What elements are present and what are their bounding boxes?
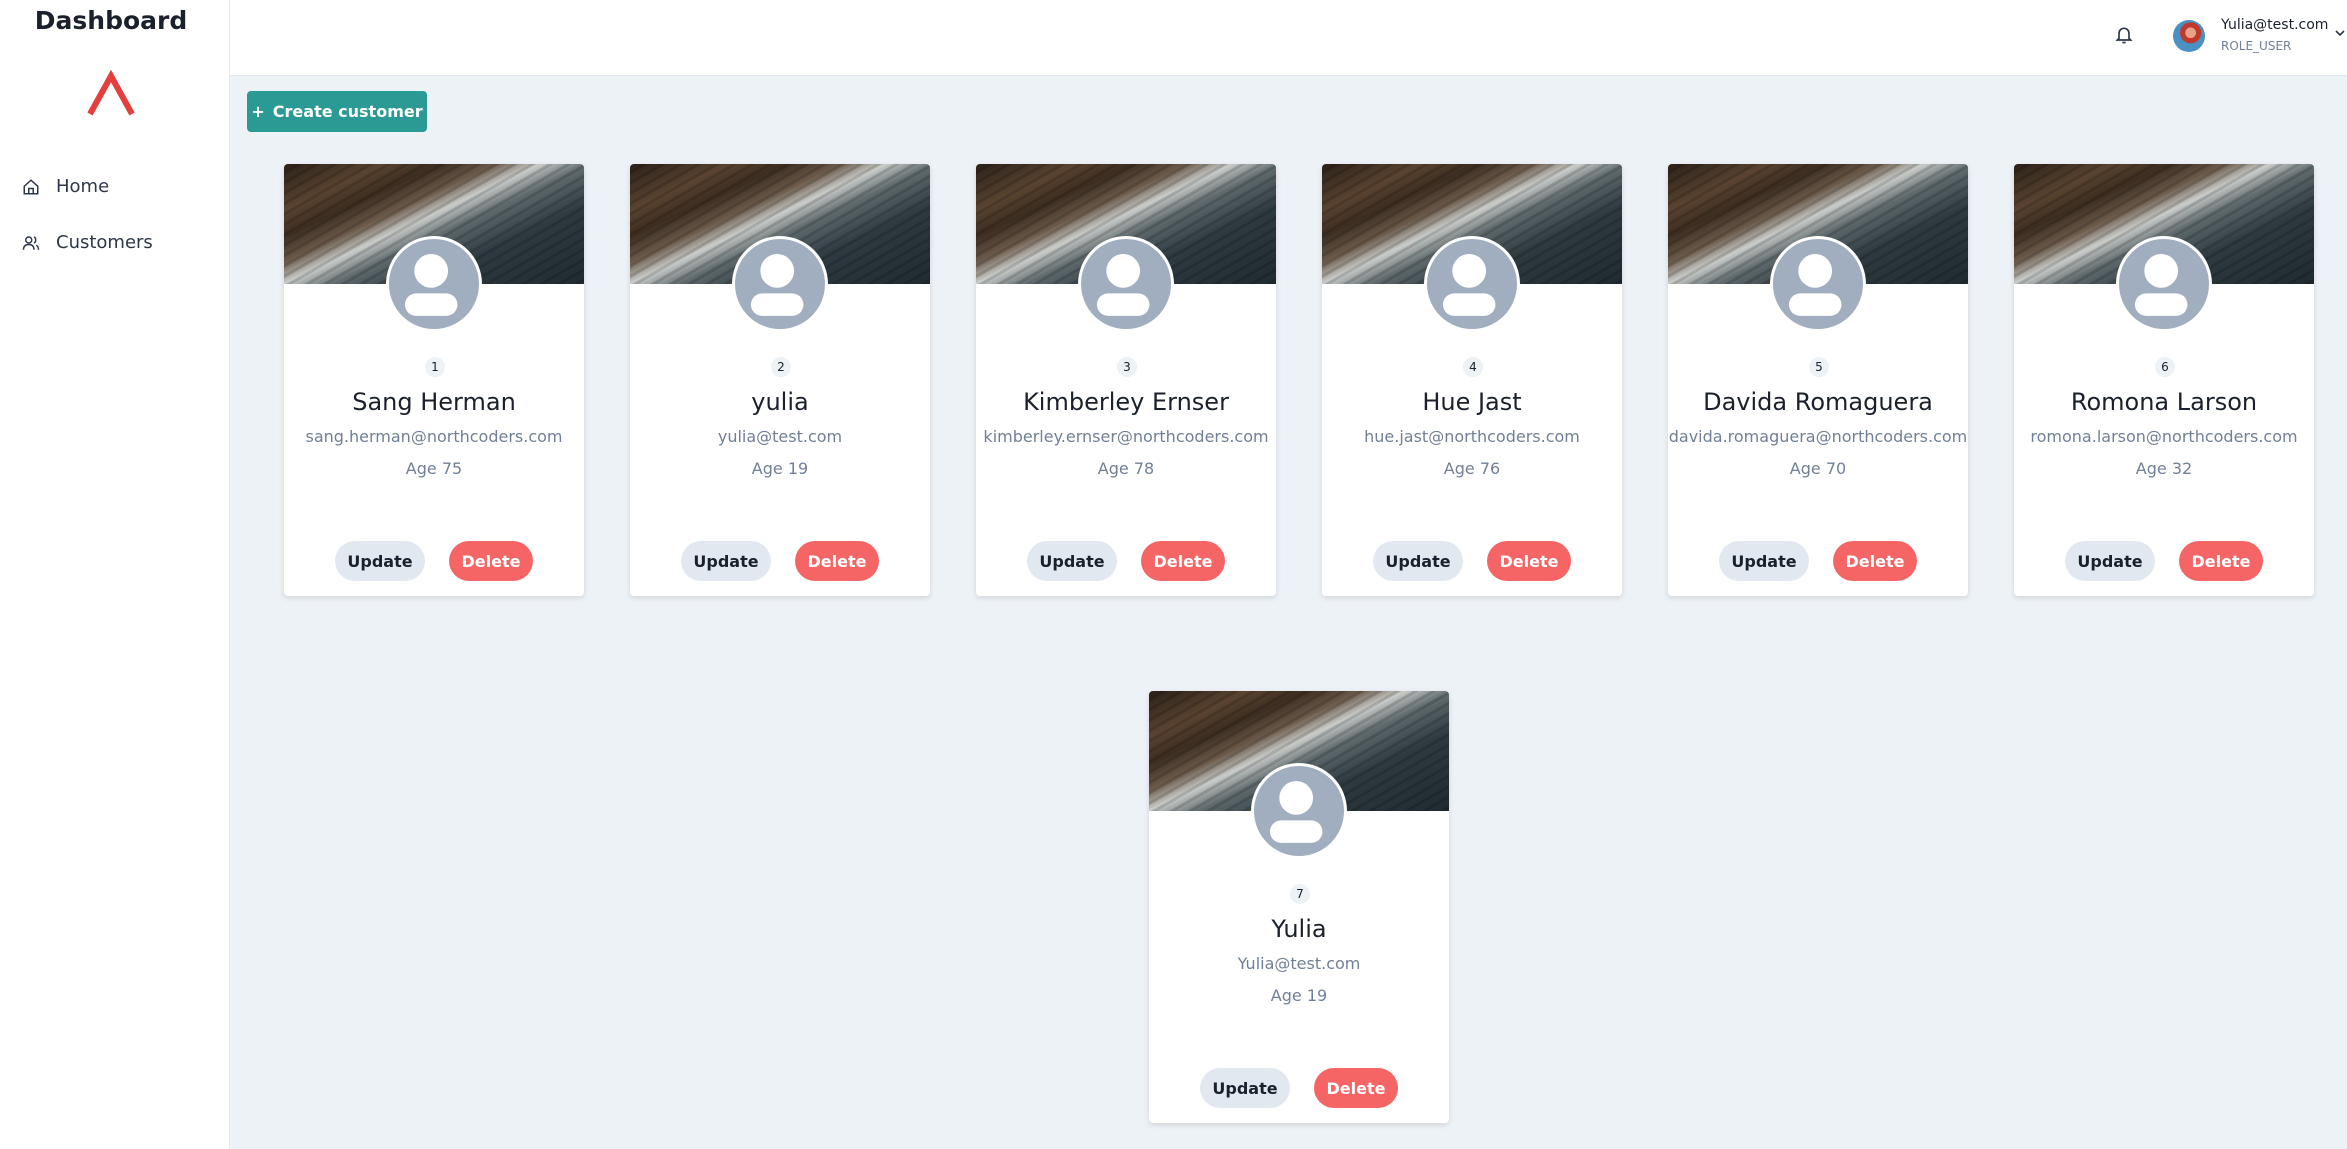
customer-card: 5 Davida Romaguera davida.romaguera@nort… xyxy=(1668,164,1968,596)
avatar[interactable] xyxy=(2173,20,2205,52)
customer-id-badge: 4 xyxy=(1463,357,1483,377)
delete-button[interactable]: Delete xyxy=(449,541,533,581)
home-icon xyxy=(23,178,39,194)
profile-avatar-icon xyxy=(1078,236,1174,332)
profile-avatar-icon xyxy=(1770,236,1866,332)
customer-age: Age 76 xyxy=(1443,459,1501,478)
update-button[interactable]: Update xyxy=(1719,541,1809,581)
customer-email: yulia@test.com xyxy=(717,427,843,446)
customer-id-badge: 3 xyxy=(1117,357,1137,377)
delete-button[interactable]: Delete xyxy=(1141,541,1225,581)
customer-id-badge: 1 xyxy=(425,357,445,377)
delete-button[interactable]: Delete xyxy=(1487,541,1571,581)
sidebar: Dashboard Home Customers xyxy=(0,0,230,1149)
customer-name: Davida Romaguera xyxy=(1703,388,1933,416)
update-button[interactable]: Update xyxy=(335,541,425,581)
customer-age: Age 78 xyxy=(1097,459,1155,478)
customer-id-badge: 6 xyxy=(2155,357,2175,377)
sidebar-item-label: Home xyxy=(56,176,110,197)
sidebar-item-label: Customers xyxy=(56,232,153,253)
update-button[interactable]: Update xyxy=(1027,541,1117,581)
update-button[interactable]: Update xyxy=(1373,541,1463,581)
customer-name: Kimberley Ernser xyxy=(1023,388,1229,416)
profile-avatar-icon xyxy=(2116,236,2212,332)
profile-avatar-icon xyxy=(732,236,828,332)
customer-card: 7 Yulia Yulia@test.com Age 19 Update Del… xyxy=(1149,691,1449,1123)
customer-email: hue.jast@northcoders.com xyxy=(1364,427,1580,446)
sidebar-item-home[interactable]: Home xyxy=(22,176,109,197)
customer-card: 1 Sang Herman sang.herman@northcoders.co… xyxy=(284,164,584,596)
delete-button[interactable]: Delete xyxy=(2179,541,2263,581)
customer-card: 3 Kimberley Ernser kimberley.ernser@nort… xyxy=(976,164,1276,596)
customer-name: Hue Jast xyxy=(1422,388,1522,416)
customer-age: Age 32 xyxy=(2135,459,2193,478)
sidebar-item-customers[interactable]: Customers xyxy=(22,232,153,253)
customer-email: kimberley.ernser@northcoders.com xyxy=(983,427,1269,446)
customer-name: Sang Herman xyxy=(352,388,516,416)
customer-name: yulia xyxy=(751,388,809,416)
update-button[interactable]: Update xyxy=(681,541,771,581)
customer-age: Age 70 xyxy=(1789,459,1847,478)
create-customer-label: Create customer xyxy=(272,102,423,121)
profile-avatar-icon xyxy=(1424,236,1520,332)
top-header xyxy=(230,0,2347,76)
users-icon xyxy=(22,235,40,250)
delete-button[interactable]: Delete xyxy=(795,541,879,581)
customer-card: 6 Romona Larson romona.larson@northcoder… xyxy=(2014,164,2314,596)
customer-id-badge: 5 xyxy=(1809,357,1829,377)
customer-id-badge: 2 xyxy=(771,357,791,377)
profile-avatar-icon xyxy=(1251,763,1347,859)
customer-email: Yulia@test.com xyxy=(1237,954,1361,973)
chevron-down-icon[interactable] xyxy=(2334,27,2346,39)
customer-age: Age 19 xyxy=(1270,986,1328,1005)
bell-icon[interactable] xyxy=(2114,25,2134,45)
brand-logo-icon xyxy=(87,70,135,116)
update-button[interactable]: Update xyxy=(2065,541,2155,581)
customer-age: Age 75 xyxy=(405,459,463,478)
create-customer-button[interactable]: + Create customer xyxy=(247,91,427,132)
customer-card: 2 yulia yulia@test.com Age 19 Update Del… xyxy=(630,164,930,596)
customer-age: Age 19 xyxy=(751,459,809,478)
customer-name: Romona Larson xyxy=(2070,388,2258,416)
customer-email: romona.larson@northcoders.com xyxy=(2030,427,2298,446)
plus-icon: + xyxy=(251,102,265,121)
user-email[interactable]: Yulia@test.com xyxy=(2221,17,2328,33)
app-title: Dashboard xyxy=(34,6,188,35)
delete-button[interactable]: Delete xyxy=(1314,1068,1398,1108)
update-button[interactable]: Update xyxy=(1200,1068,1290,1108)
customer-card: 4 Hue Jast hue.jast@northcoders.com Age … xyxy=(1322,164,1622,596)
user-role: ROLE_USER xyxy=(2221,39,2292,53)
customer-id-badge: 7 xyxy=(1290,884,1310,904)
delete-button[interactable]: Delete xyxy=(1833,541,1917,581)
customer-email: sang.herman@northcoders.com xyxy=(305,427,563,446)
customer-name: Yulia xyxy=(1271,915,1327,943)
profile-avatar-icon xyxy=(386,236,482,332)
customer-email: davida.romaguera@northcoders.com xyxy=(1668,427,1968,446)
